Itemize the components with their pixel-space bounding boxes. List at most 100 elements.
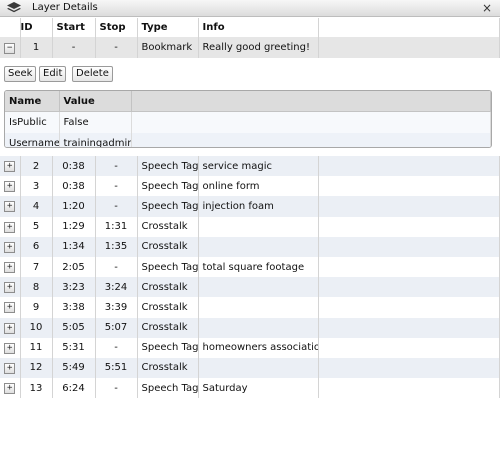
layer-table: +2 0:38- Speech Tag service magic +3 0:38- Spe… xyxy=(0,156,500,399)
row-stop: - xyxy=(95,37,138,58)
row-filler xyxy=(318,337,500,358)
row-info: Really good greeting! xyxy=(198,37,319,58)
expand-icon[interactable]: + xyxy=(4,161,16,173)
row-id: 2 xyxy=(20,156,53,177)
table-row[interactable]: +2 0:38- Speech Tag service magic xyxy=(0,156,500,177)
expand-column-header xyxy=(0,18,21,38)
row-start: 0:38 xyxy=(52,176,96,197)
row-type: Crosstalk xyxy=(137,297,199,318)
row-info xyxy=(198,277,319,298)
row-type: Speech Tag xyxy=(137,196,199,217)
edit-button[interactable]: Edit xyxy=(39,66,67,82)
row-id: 5 xyxy=(20,216,53,237)
column-header-start[interactable]: Start xyxy=(52,18,96,38)
expand-icon[interactable]: + xyxy=(4,201,16,213)
column-header-type[interactable]: Type xyxy=(137,18,199,38)
row-info: total square footage xyxy=(198,256,319,278)
row-stop: 5:07 xyxy=(95,317,138,338)
row-filler xyxy=(318,176,500,197)
row-info: homeowners association xyxy=(198,337,319,358)
row-id: 10 xyxy=(20,317,53,338)
table-row[interactable]: +8 3:23 3:24 Crosstalk xyxy=(0,277,500,298)
details-header-value[interactable]: Value xyxy=(59,91,132,112)
close-icon[interactable]: × xyxy=(482,1,492,15)
expand-icon[interactable]: + xyxy=(4,302,16,314)
expand-icon[interactable]: + xyxy=(4,221,16,233)
row-filler xyxy=(318,317,500,338)
column-header-stop[interactable]: Stop xyxy=(95,18,138,38)
row-type: Bookmark xyxy=(137,37,199,58)
expand-icon[interactable]: + xyxy=(4,383,16,395)
collapse-icon[interactable]: − xyxy=(4,42,16,54)
row-id: 4 xyxy=(20,196,53,217)
table-row[interactable]: +6 1:34 1:35 Crosstalk xyxy=(0,236,500,257)
table-row[interactable]: +7 2:05- Speech Tag total square footage xyxy=(0,256,500,278)
row-start: 1:34 xyxy=(52,236,96,257)
table-row[interactable]: +9 3:38 3:39 Crosstalk xyxy=(0,297,500,318)
row-id: 3 xyxy=(20,176,53,197)
row-id: 13 xyxy=(20,378,53,399)
row-filler xyxy=(318,216,500,237)
table-row[interactable]: − 1 - - Bookmark Really good greeting! xyxy=(0,37,500,58)
row-filler xyxy=(318,236,500,257)
details-header-name[interactable]: Name xyxy=(5,91,60,112)
row-filler xyxy=(318,357,500,379)
row-info xyxy=(198,297,319,318)
expand-icon[interactable]: + xyxy=(4,262,16,274)
expand-icon[interactable]: + xyxy=(4,342,16,354)
row-type: Speech Tag xyxy=(137,256,199,278)
row-type: Crosstalk xyxy=(137,216,199,237)
expand-icon[interactable]: + xyxy=(4,181,16,193)
expanded-row[interactable]: − 1 - - Bookmark Really good greeting! xyxy=(0,37,500,58)
row-start: 1:29 xyxy=(52,216,96,237)
row-stop: - xyxy=(95,256,138,278)
expand-icon[interactable]: + xyxy=(4,282,16,294)
row-type: Speech Tag xyxy=(137,337,199,358)
details-name: Username xyxy=(5,133,60,147)
row-info: injection foam xyxy=(198,196,319,217)
expand-icon[interactable]: + xyxy=(4,362,16,374)
table-row[interactable]: +3 0:38- Speech Tag online form xyxy=(0,176,500,197)
table-row[interactable]: +5 1:29 1:31 Crosstalk xyxy=(0,216,500,237)
row-type: Speech Tag xyxy=(137,378,199,399)
table-row[interactable]: +10 5:05 5:07 Crosstalk xyxy=(0,317,500,338)
column-header-info[interactable]: Info xyxy=(198,18,319,38)
row-id: 1 xyxy=(20,37,53,58)
window-title: Layer Details xyxy=(32,2,98,13)
table-row[interactable]: +12 5:49 5:51 Crosstalk xyxy=(0,357,500,379)
expand-icon[interactable]: + xyxy=(4,241,16,253)
column-header-id[interactable]: ID xyxy=(20,18,53,38)
row-stop: - xyxy=(95,378,138,399)
row-id: 12 xyxy=(20,357,53,379)
table-row[interactable]: +11 5:31- Speech Tag homeowners association xyxy=(0,337,500,358)
row-type: Crosstalk xyxy=(137,236,199,257)
row-type: Crosstalk xyxy=(137,357,199,379)
delete-button[interactable]: Delete xyxy=(72,66,113,82)
row-start: 5:31 xyxy=(52,337,96,358)
column-header: ID Start Stop Type Info xyxy=(0,18,500,38)
row-id: 7 xyxy=(20,256,53,278)
table-row[interactable]: +13 6:24- Speech Tag Saturday xyxy=(0,378,500,399)
row-start: 1:20 xyxy=(52,196,96,217)
row-stop: - xyxy=(95,196,138,217)
details-panel: Name Value IsPublic False Username train… xyxy=(4,90,492,148)
row-info xyxy=(198,236,319,257)
row-start: 3:23 xyxy=(52,277,96,298)
row-stop: 3:24 xyxy=(95,277,138,298)
row-info: Saturday xyxy=(198,378,319,399)
details-value: trainingadmin xyxy=(59,133,132,147)
row-stop: 1:35 xyxy=(95,236,138,257)
row-start: 5:49 xyxy=(52,357,96,379)
row-info: online form xyxy=(198,176,319,197)
row-id: 11 xyxy=(20,337,53,358)
row-start: - xyxy=(52,37,96,58)
table-row[interactable]: +4 1:20- Speech Tag injection foam xyxy=(0,196,500,217)
details-value: False xyxy=(59,111,132,133)
row-filler xyxy=(318,277,500,298)
row-id: 9 xyxy=(20,297,53,318)
row-start: 0:38 xyxy=(52,156,96,177)
column-header-filler xyxy=(318,18,500,38)
expand-icon[interactable]: + xyxy=(4,322,16,334)
seek-button[interactable]: Seek xyxy=(4,66,37,82)
row-stop: 3:39 xyxy=(95,297,138,318)
